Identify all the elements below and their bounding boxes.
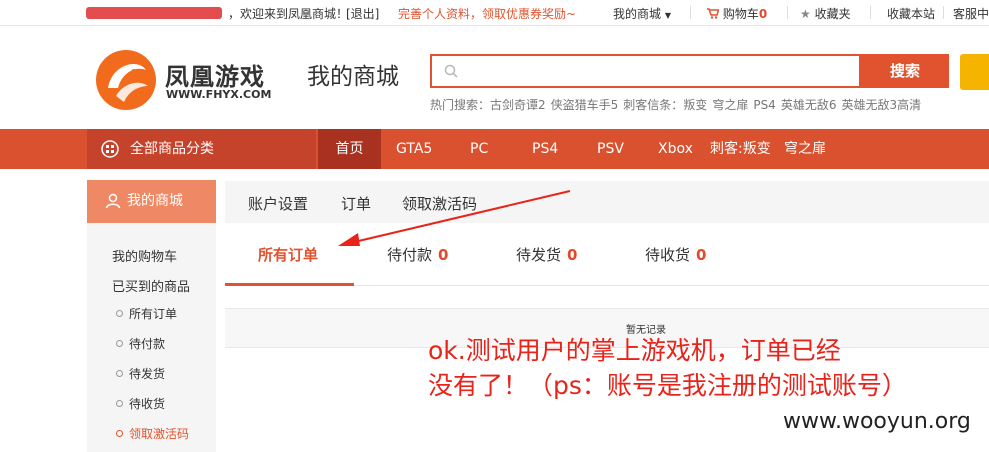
phoenix-logo[interactable] [94,48,158,112]
user-icon[interactable] [960,54,989,90]
hot-search-label: 热门搜索： [430,98,491,112]
bookmark-link[interactable]: 收藏本站 [887,5,935,22]
sidebar-title: 我的商城 [127,193,183,209]
page-title: 我的商城 [307,64,399,90]
annotation-text: ok.测试用户的掌上游戏机，订单已经 [428,336,841,365]
circle-icon [116,430,123,437]
cart-link[interactable]: 购物车0 [707,5,767,22]
star-icon: ★ [800,7,811,21]
brand-url: WWW.FHYX.COM [166,88,272,101]
nav-xbox[interactable]: Xbox [658,129,693,169]
hot-term[interactable]: PS4 [753,98,776,112]
search-input[interactable] [430,54,861,88]
sidebar-item-pending-shipment[interactable]: 待发货 [116,365,165,382]
person-icon [105,193,121,209]
top-bar: ，欢迎来到凤凰商城！ [退出] 完善个人资料，领取优惠券奖励~ 我的商城 ▼ 购… [0,0,989,26]
divider [787,6,788,19]
nav-home[interactable]: 首页 [318,129,381,169]
cart-count: 0 [758,7,768,21]
my-mall-menu[interactable]: 我的商城 ▼ [613,5,671,22]
sidebar-item-activation-code[interactable]: 领取激活码 [116,425,189,442]
nav-assassin[interactable]: 刺客:叛变 [710,129,771,169]
sidebar-item-all-orders[interactable]: 所有订单 [116,305,177,322]
sidebar-item-label: 待发货 [129,367,166,381]
divider [943,6,944,19]
search-button[interactable]: 搜索 [861,54,949,88]
tab-label: 待收货 [645,246,691,264]
hot-term[interactable]: 英雄无敌3高清 [841,98,921,112]
cart-label: 购物车 [722,7,759,21]
logout-link[interactable]: [退出] [346,5,379,22]
sidebar-item-label: 领取激活码 [129,427,190,441]
circle-icon [116,370,123,377]
redacted-username [86,7,222,19]
empty-message: 暂无记录 [626,325,666,336]
caret-down-icon: ▼ [664,11,671,20]
my-mall-label: 我的商城 [613,7,662,21]
sidebar-header[interactable]: 我的商城 [87,180,216,223]
nav-gta5[interactable]: GTA5 [396,129,432,169]
search-icon [444,64,458,78]
cart-icon [707,8,720,19]
hot-term[interactable]: 古剑奇谭2 [490,98,546,112]
circle-icon [116,340,123,347]
watermark: www.wooyun.org [783,409,971,434]
divider [690,6,691,19]
annotation-text: 没有了！（ps：账号是我注册的测试账号） [428,371,907,400]
hot-term[interactable]: 刺客信条：叛变 [623,98,707,112]
sidebar-item-cart[interactable]: 我的购物车 [112,246,177,265]
tab-account-settings[interactable]: 账户设置 [248,193,308,214]
tab-all-orders[interactable]: 所有订单 [258,244,318,265]
sidebar-item-label: 待付款 [129,337,166,351]
all-categories-label: 全部商品分类 [130,141,214,157]
sidebar-item-pending-payment[interactable]: 待付款 [116,335,165,352]
sidebar-item-label: 待收货 [129,397,166,411]
hot-search: 热门搜索：古剑奇谭2 侠盗猎车手5 刺客信条：叛变 穹之扉 PS4 英雄无敌6 英雄无敌3高… [430,96,926,113]
annotation-arrow [338,190,571,246]
nav-pc[interactable]: PC [470,129,488,169]
sidebar-item-pending-receipt[interactable]: 待收货 [116,395,165,412]
favorites-link[interactable]: ★ 收藏夹 [800,5,851,22]
service-link[interactable]: 客服中 [953,5,989,22]
grid-icon [101,140,119,158]
promo-link[interactable]: 完善个人资料，领取优惠券奖励~ [398,5,576,22]
circle-icon [116,400,123,407]
sidebar-item-label: 所有订单 [129,307,178,321]
welcome-text: ，欢迎来到凤凰商城！ [228,7,349,21]
main-nav: 全部商品分类 首页 GTA5 PC PS4 PSV Xbox 刺客:叛变 穹之扉 [0,129,989,169]
circle-icon [116,310,123,317]
nav-psv[interactable]: PSV [597,129,624,169]
divider [870,6,871,19]
all-categories-button[interactable]: 全部商品分类 [87,129,316,169]
active-tab-indicator [225,283,354,286]
hot-term[interactable]: 穹之扉 [712,98,748,112]
favorites-label: 收藏夹 [814,7,851,21]
nav-ps4[interactable]: PS4 [532,129,558,169]
sidebar-item-purchased[interactable]: 已买到的商品 [112,276,190,295]
hot-term[interactable]: 英雄无敌6 [781,98,837,112]
tab-count: 0 [696,246,707,264]
brand-name: 凤凰游戏 [165,63,265,91]
hot-term[interactable]: 侠盗猎车手5 [551,98,619,112]
tab-pending-receipt[interactable]: 待收货 0 [645,244,706,265]
nav-qiongzhifei[interactable]: 穹之扉 [784,129,826,169]
